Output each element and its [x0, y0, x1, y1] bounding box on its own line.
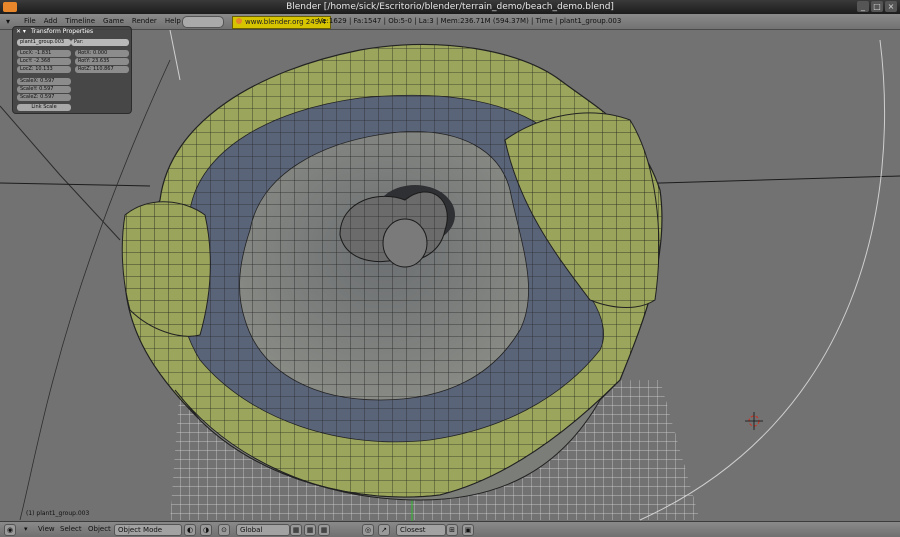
3d-viewport[interactable]: (1) plant1_group.003: [0, 30, 900, 521]
menu-help[interactable]: Help: [165, 14, 181, 29]
info-header: ▾ File Add Timeline Game Render Help www…: [0, 14, 900, 30]
maximize-button[interactable]: □: [871, 1, 883, 12]
snap-icon[interactable]: ⊞: [446, 524, 458, 536]
layer-icon-3[interactable]: ▦: [318, 524, 330, 536]
panel-close-icon[interactable]: ✕ ▾: [16, 27, 26, 37]
shading-icon[interactable]: ◑: [200, 524, 212, 536]
window-titlebar: Blender [/home/sick/Escritorio/blender/t…: [0, 0, 900, 14]
mode-dropdown[interactable]: Object Mode: [114, 524, 182, 536]
proportional-falloff-dropdown[interactable]: Closest: [396, 524, 446, 536]
falloff-icon[interactable]: ↗: [378, 524, 390, 536]
3d-cursor: [745, 412, 763, 430]
scale-y-field[interactable]: ScaleY: 0.597: [17, 86, 71, 93]
collapse-menu-icon[interactable]: ▾: [24, 524, 28, 534]
window-title: Blender [/home/sick/Escritorio/blender/t…: [286, 2, 614, 12]
blender-org-link[interactable]: www.blender.org 249.4: [232, 16, 331, 29]
proportional-edit-icon[interactable]: ◎: [362, 524, 374, 536]
object-name-field[interactable]: plant1_group.003: [17, 39, 71, 46]
editor-type-icon[interactable]: ◉: [4, 524, 16, 536]
active-object-label: (1) plant1_group.003: [26, 510, 90, 517]
orientation-dropdown[interactable]: Global: [236, 524, 290, 536]
screen-selector[interactable]: [182, 16, 224, 28]
menu-object[interactable]: Object: [88, 524, 111, 534]
loc-y-field[interactable]: LocY: -2.368: [17, 58, 71, 65]
draw-type-icon[interactable]: ◐: [184, 524, 196, 536]
blender-logo-icon: [236, 18, 242, 24]
menu-view[interactable]: View: [38, 524, 55, 534]
layer-icon[interactable]: ▦: [290, 524, 302, 536]
loc-z-field[interactable]: LocZ: 10.133: [17, 66, 71, 73]
parent-field[interactable]: Par:: [71, 39, 129, 46]
layer-icon-2[interactable]: ▦: [304, 524, 316, 536]
scale-z-field[interactable]: ScaleZ: 0.597: [17, 94, 71, 101]
close-button[interactable]: ×: [885, 1, 897, 12]
minimize-button[interactable]: _: [857, 1, 869, 12]
panel-header[interactable]: ✕ ▾ Transform Properties: [13, 27, 131, 37]
loc-x-field[interactable]: LocX: -1.831: [17, 50, 71, 57]
scale-x-field[interactable]: ScaleX: 0.597: [17, 78, 71, 85]
info-editor-icon[interactable]: ▾: [6, 14, 10, 29]
blender-app-icon[interactable]: [3, 2, 17, 12]
render-icon[interactable]: ▣: [462, 524, 474, 536]
scene-stats: Ve:1629 | Fa:1547 | Ob:5-0 | La:3 | Mem:…: [318, 17, 622, 25]
rot-x-field[interactable]: RotX: 0.000: [75, 50, 129, 57]
menu-render[interactable]: Render: [132, 14, 157, 29]
link-scale-button[interactable]: Link Scale: [17, 104, 71, 111]
transform-properties-panel: ✕ ▾ Transform Properties plant1_group.00…: [12, 26, 132, 114]
3d-view-header: ◉ ▾ View Select Object Object Mode ◐ ◑ ⊙…: [0, 521, 900, 537]
rot-y-field[interactable]: RotY: 23.635: [75, 58, 129, 65]
pivot-icon[interactable]: ⊙: [218, 524, 230, 536]
terrain-scene: [0, 30, 900, 521]
menu-select[interactable]: Select: [60, 524, 82, 534]
rot-z-field[interactable]: RotZ: 110.867: [75, 66, 129, 73]
